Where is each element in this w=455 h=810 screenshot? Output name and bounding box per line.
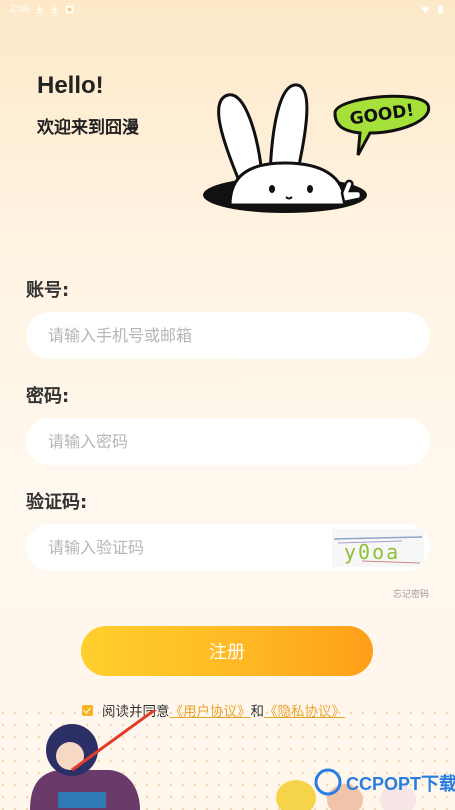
captcha-input[interactable]: [48, 538, 328, 557]
welcome-subtitle: 欢迎来到囧漫: [37, 118, 139, 138]
hello-title: Hello!: [37, 72, 104, 99]
password-field: [26, 418, 430, 465]
captcha-text: y0oa: [344, 540, 400, 564]
wifi-icon: [421, 6, 430, 13]
battery-icon: [438, 4, 443, 14]
captcha-label: 验证码:: [26, 492, 88, 513]
password-label: 密码:: [26, 386, 70, 407]
password-input[interactable]: [48, 432, 430, 451]
status-bar: 2:06: [0, 0, 455, 18]
watermark-text: CCPOPT下载: [346, 773, 455, 794]
account-field: [26, 312, 430, 359]
bottom-decoration: CCPOPT下载: [0, 710, 455, 810]
download-icon: [51, 5, 59, 13]
download-icon: [36, 5, 44, 13]
register-button[interactable]: 注册: [81, 626, 373, 676]
captcha-field: y0oa: [26, 524, 430, 571]
rabbit-mascot-illustration: GOOD!: [203, 83, 431, 213]
status-time: 2:06: [10, 3, 30, 15]
account-input[interactable]: [48, 326, 430, 345]
forgot-password-link[interactable]: 忘记密码: [393, 587, 429, 600]
captcha-image[interactable]: y0oa: [332, 529, 424, 567]
account-label: 账号:: [26, 280, 70, 301]
notification-icon: [66, 5, 74, 13]
good-speech-bubble: GOOD!: [333, 94, 431, 156]
